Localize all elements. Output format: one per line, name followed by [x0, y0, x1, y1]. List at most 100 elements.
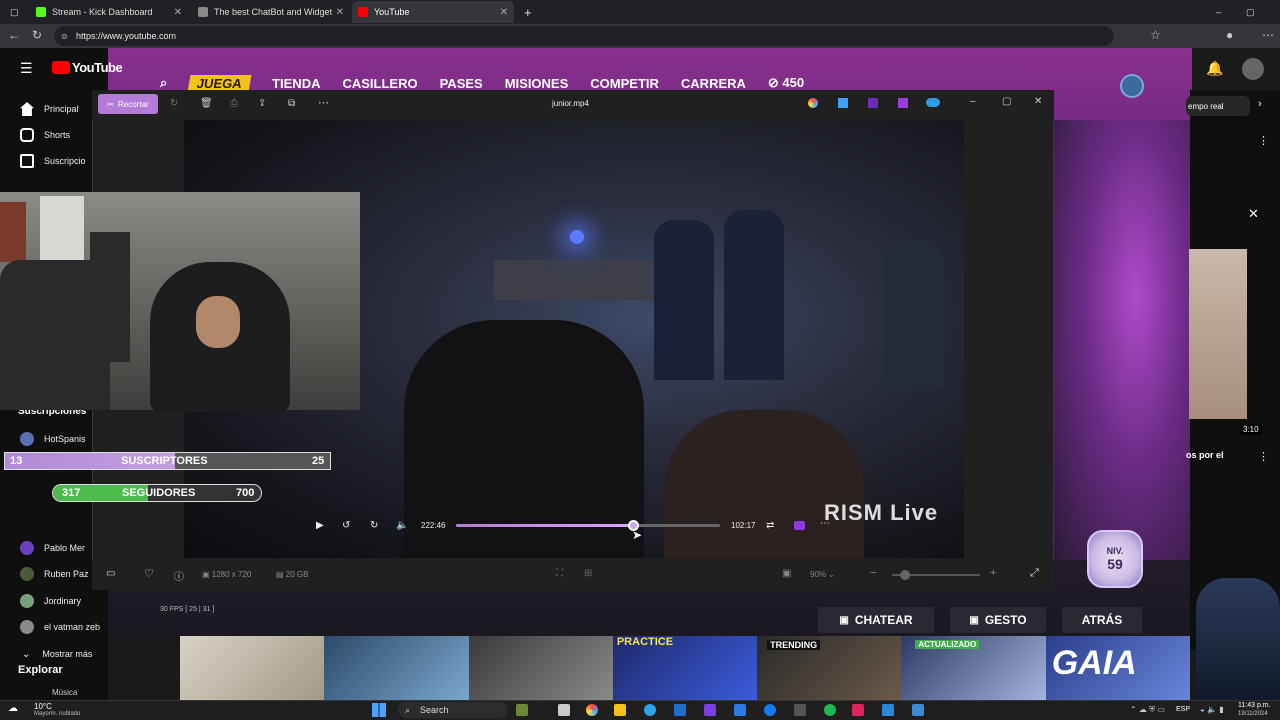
fit-icon[interactable]: ⛶	[556, 568, 563, 579]
app-icon[interactable]	[794, 704, 806, 716]
nav-competir[interactable]: COMPETIR	[590, 76, 659, 91]
thumbnail[interactable]	[180, 636, 325, 700]
weather-icon[interactable]: ☁	[8, 703, 18, 714]
close-icon[interactable]: ✕	[1034, 96, 1042, 107]
zoom-in-icon[interactable]: +	[990, 567, 996, 579]
clock-date[interactable]: 19/11/2024	[1238, 711, 1268, 717]
clock-time[interactable]: 11:43 p.m.	[1238, 702, 1271, 709]
spotify-icon[interactable]	[824, 704, 836, 716]
actual-size-icon[interactable]: ▣	[782, 568, 791, 579]
notifications-icon[interactable]: 🔔	[1206, 60, 1223, 77]
fullscreen-icon[interactable]: ⤢	[1030, 567, 1039, 580]
avatar[interactable]	[1242, 58, 1264, 80]
tab-youtube[interactable]: YouTube ✕	[352, 1, 514, 23]
thumbnail[interactable]	[324, 636, 469, 700]
site-info-icon[interactable]: ⊜	[61, 32, 68, 41]
youtube-logo[interactable]: YouTube	[52, 60, 123, 75]
zoom-out-icon[interactable]: −	[870, 567, 876, 579]
close-icon[interactable]: ✕	[336, 7, 344, 18]
chat-button[interactable]: ▣ CHATEAR	[818, 607, 934, 633]
facebook-icon[interactable]	[764, 704, 776, 716]
copilot-icon[interactable]	[808, 98, 818, 108]
trim-button[interactable]: ✂ Recortar	[98, 94, 158, 114]
language-indicator[interactable]: ESP	[1176, 706, 1190, 713]
thumbnail[interactable]: GAIA	[1045, 636, 1190, 700]
sub-item[interactable]: Jordinary	[0, 588, 108, 614]
app-icon[interactable]	[912, 704, 924, 716]
emote-button[interactable]: ▣ GESTO	[950, 607, 1046, 633]
tab-chatbot[interactable]: The best ChatBot and Widgets fo ✕	[192, 1, 350, 23]
close-icon[interactable]: ✕	[1248, 206, 1259, 222]
nav-tienda[interactable]: TIENDA	[272, 76, 320, 91]
more-options-icon[interactable]: ⋯	[318, 96, 329, 109]
network-volume-icons[interactable]: ◒ 🔈 ▮	[1200, 705, 1224, 714]
zoom-select[interactable]: 90% ⌄	[810, 570, 835, 579]
game-profile-avatar[interactable]	[1120, 74, 1144, 98]
close-icon[interactable]: ✕	[500, 7, 508, 18]
minimize-icon[interactable]: –	[970, 96, 976, 107]
address-bar[interactable]: ⊜ https://www.youtube.com	[54, 26, 1114, 46]
menu-icon[interactable]: ⋯	[1262, 28, 1274, 42]
minimize-icon[interactable]: –	[1210, 1, 1230, 23]
nav-misiones[interactable]: MISIONES	[505, 76, 569, 91]
compare-icon[interactable]: ⊞	[584, 568, 592, 579]
tab-actions-button[interactable]: ▢	[4, 1, 26, 23]
thumbnail[interactable]: TRENDING	[757, 636, 902, 700]
store-icon[interactable]	[674, 704, 686, 716]
tab-kick-dashboard[interactable]: Stream - Kick Dashboard ✕	[30, 1, 188, 23]
task-view-icon[interactable]	[558, 704, 570, 716]
delete-icon[interactable]: 🗑	[200, 98, 213, 109]
more-options-icon[interactable]: ⋮	[1258, 134, 1269, 147]
loop-icon[interactable]: ⇄	[766, 520, 774, 531]
filmstrip-icon[interactable]: ▭	[106, 568, 115, 579]
volume-icon[interactable]: 🔈	[396, 520, 408, 531]
rewind-icon[interactable]: ↺	[342, 520, 350, 531]
file-explorer-icon[interactable]	[614, 704, 626, 716]
clipchamp-icon[interactable]	[868, 98, 878, 108]
app-icon[interactable]	[882, 704, 894, 716]
back-icon[interactable]: ←	[8, 28, 20, 42]
nav-pases[interactable]: PASES	[440, 76, 483, 91]
video-thumbnail[interactable]	[1189, 249, 1247, 419]
sidebar-item-music[interactable]: Música	[52, 688, 77, 697]
more-options-icon[interactable]: ⋯	[820, 518, 830, 529]
profile-icon[interactable]: ●	[1226, 28, 1233, 42]
nav-carrera[interactable]: CARRERA	[681, 76, 746, 91]
copilot-icon[interactable]	[586, 704, 598, 716]
tiktok-icon[interactable]	[852, 704, 864, 716]
print-icon[interactable]: ⎙	[230, 98, 238, 109]
back-button[interactable]: ATRÁS	[1062, 607, 1142, 633]
app-icon[interactable]	[516, 704, 528, 716]
video-title[interactable]: os por el	[1186, 450, 1224, 460]
thumbnail[interactable]: ACTUALIZADO	[901, 636, 1046, 700]
maximize-icon[interactable]: ▢	[1002, 96, 1011, 107]
more-options-icon[interactable]: ⋮	[1258, 450, 1269, 463]
hamburger-menu-icon[interactable]: ☰	[20, 60, 33, 77]
app-icon[interactable]	[734, 704, 746, 716]
tray-icons[interactable]: ⌃ ☁ ⛨ ▭	[1130, 705, 1165, 715]
close-icon[interactable]: ✕	[174, 7, 182, 18]
nav-casillero[interactable]: CASILLERO	[342, 76, 417, 91]
reload-icon[interactable]: ↻	[32, 28, 42, 42]
app-icon[interactable]	[898, 98, 908, 108]
new-tab-button[interactable]: +	[518, 1, 538, 23]
forward-icon[interactable]: ↻	[370, 520, 378, 531]
nav-juega[interactable]: JUEGA	[187, 74, 252, 92]
chevron-right-icon[interactable]: ›	[1258, 98, 1262, 110]
editor-icon[interactable]	[838, 98, 848, 108]
play-icon[interactable]: ▶	[316, 520, 324, 531]
filter-chip[interactable]: empo real	[1186, 96, 1250, 116]
windows-start-icon[interactable]	[372, 703, 386, 717]
clipchamp-icon[interactable]	[794, 521, 805, 530]
share-icon[interactable]: ⇪	[258, 98, 266, 109]
favorite-icon[interactable]: ☆	[1150, 28, 1161, 42]
sub-item[interactable]: el vatman zeb	[0, 614, 108, 640]
copy-icon[interactable]: ⧉	[288, 98, 295, 109]
edge-icon[interactable]	[644, 704, 656, 716]
app-icon[interactable]	[704, 704, 716, 716]
onedrive-icon[interactable]	[926, 98, 940, 107]
thumbnail[interactable]	[468, 636, 613, 700]
taskbar-search[interactable]: ⌕ Search	[398, 702, 508, 718]
search-icon[interactable]: ⌕	[160, 75, 167, 91]
rotate-icon[interactable]: ↻	[170, 98, 178, 109]
